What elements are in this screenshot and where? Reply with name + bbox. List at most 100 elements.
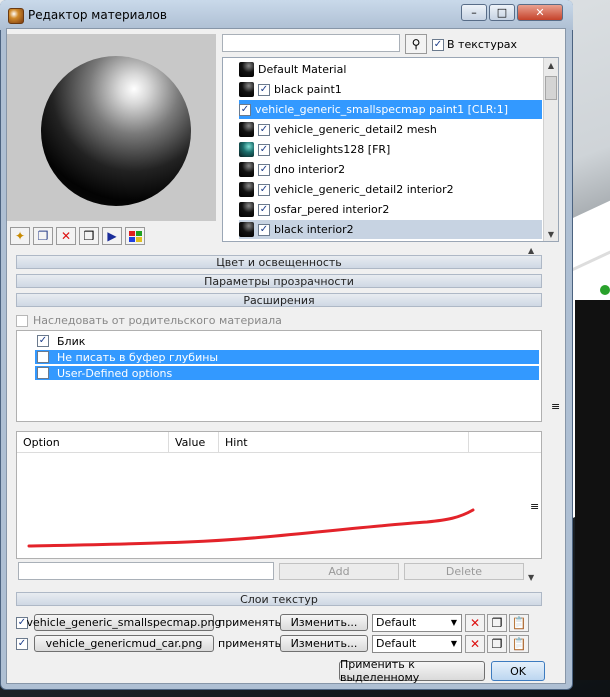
section-color-lighting[interactable]: Цвет и освещенность bbox=[16, 255, 542, 269]
options-table[interactable]: Option Value Hint bbox=[16, 431, 542, 559]
new-option-input[interactable] bbox=[18, 562, 274, 580]
scroll-thumb[interactable] bbox=[545, 76, 557, 100]
section-extensions[interactable]: Расширения bbox=[16, 293, 542, 307]
material-checkbox[interactable] bbox=[258, 223, 270, 236]
material-checkbox[interactable] bbox=[258, 83, 270, 96]
background-scene-marker bbox=[600, 285, 610, 295]
preview-toolbar: ✦ ❐ ✕ ❒ ▶ bbox=[10, 227, 145, 245]
delete-layer-icon[interactable]: ✕ bbox=[465, 634, 485, 653]
material-swatch-icon bbox=[239, 202, 254, 217]
material-swatch-icon bbox=[239, 62, 254, 77]
list-item[interactable]: vehicle_generic_smallspecmap paint1 [CLR… bbox=[239, 100, 542, 119]
scroll-down-icon[interactable]: ▼ bbox=[544, 227, 558, 241]
list-item[interactable]: black interior2 bbox=[239, 220, 542, 239]
material-swatch-icon bbox=[239, 222, 254, 237]
list-item[interactable]: black paint1 bbox=[239, 80, 542, 99]
material-preview[interactable] bbox=[7, 34, 216, 221]
material-checkbox[interactable] bbox=[258, 143, 270, 156]
chevron-down-icon: ▼ bbox=[450, 618, 458, 627]
panel-scrollbar[interactable]: ▲ ▼ bbox=[528, 246, 542, 582]
material-list-scrollbar[interactable]: ▲ ▼ bbox=[543, 58, 558, 241]
apply-label: применять: bbox=[218, 616, 285, 629]
minimize-button[interactable]: – bbox=[461, 4, 487, 21]
material-name: black interior2 bbox=[274, 223, 354, 236]
change-texture-button[interactable]: Изменить... bbox=[280, 635, 368, 652]
annotation-stroke bbox=[27, 508, 475, 548]
list-item[interactable]: dno interior2 bbox=[239, 160, 542, 179]
texture-layer-row: vehicle_generic_smallspecmap.png применя… bbox=[14, 613, 544, 632]
change-texture-button[interactable]: Изменить... bbox=[280, 614, 368, 631]
play-icon[interactable]: ▶ bbox=[102, 227, 122, 245]
blend-mode-select[interactable]: Default ▼ bbox=[372, 634, 462, 653]
chevron-down-icon: ▼ bbox=[450, 639, 458, 648]
list-item[interactable]: vehicle_generic_detail2 interior2 bbox=[239, 180, 542, 199]
blend-mode-select[interactable]: Default ▼ bbox=[372, 613, 462, 632]
blend-mode-value: Default bbox=[376, 616, 417, 629]
splitter-grip-icon[interactable]: ≡ bbox=[551, 400, 560, 413]
material-checkbox[interactable] bbox=[258, 163, 270, 176]
material-checkbox[interactable] bbox=[258, 123, 270, 136]
texture-file-button[interactable]: vehicle_generic_smallspecmap.png bbox=[27, 614, 222, 631]
color-grid-icon[interactable] bbox=[125, 227, 145, 245]
material-swatch-icon bbox=[239, 82, 254, 97]
scroll-up-icon[interactable]: ▲ bbox=[544, 58, 558, 72]
copy-layer-icon[interactable]: ❐ bbox=[487, 634, 507, 653]
in-textures-checkbox[interactable] bbox=[432, 38, 444, 51]
option-label: Блик bbox=[57, 334, 86, 348]
option-label: Не писать в буфер глубины bbox=[57, 350, 219, 364]
window-title: Редактор материалов bbox=[28, 8, 167, 22]
list-item[interactable]: vehicle_generic_detail2 mesh bbox=[239, 120, 542, 139]
binoculars-icon[interactable]: ⚲ bbox=[405, 34, 427, 54]
extension-options-list[interactable]: Блик Не писать в буфер глубины User-Defi… bbox=[16, 330, 542, 422]
list-item[interactable]: User-Defined options bbox=[35, 366, 539, 380]
scroll-up-icon[interactable]: ▲ bbox=[528, 246, 534, 255]
material-search-input[interactable] bbox=[222, 34, 400, 52]
material-name: Default Material bbox=[258, 63, 347, 76]
material-list[interactable]: Default Material black paint1 vehicle_ge… bbox=[222, 57, 559, 242]
option-checkbox[interactable] bbox=[37, 335, 49, 347]
material-name: osfar_pered interior2 bbox=[274, 203, 390, 216]
maximize-button[interactable]: □ bbox=[489, 4, 515, 21]
apply-to-selected-button[interactable]: Применить к выделенному bbox=[339, 658, 485, 684]
material-checkbox[interactable] bbox=[258, 183, 270, 196]
paste-layer-icon[interactable]: 📋 bbox=[509, 613, 529, 632]
material-checkbox[interactable] bbox=[239, 103, 251, 116]
texture-file-button[interactable]: vehicle_genericmud_car.png bbox=[34, 635, 214, 652]
list-item[interactable]: Default Material bbox=[239, 60, 542, 79]
list-item[interactable]: osfar_pered interior2 bbox=[239, 200, 542, 219]
add-button[interactable]: Add bbox=[279, 563, 399, 580]
in-textures-label: В текстурах bbox=[447, 38, 518, 51]
new-material-icon[interactable]: ✦ bbox=[10, 227, 30, 245]
material-name: vehicle_generic_detail2 mesh bbox=[274, 123, 437, 136]
close-button[interactable]: ✕ bbox=[517, 4, 563, 21]
apply-label: применять: bbox=[218, 637, 285, 650]
list-item[interactable]: Блик bbox=[35, 334, 539, 348]
texture-layer-checkbox[interactable] bbox=[16, 637, 28, 650]
in-textures-option[interactable]: В текстурах bbox=[432, 38, 517, 51]
section-texture-layers[interactable]: Слои текстур bbox=[16, 592, 542, 606]
material-swatch-icon bbox=[239, 182, 254, 197]
inherit-checkbox[interactable] bbox=[16, 314, 28, 327]
list-item[interactable]: Не писать в буфер глубины bbox=[35, 350, 539, 364]
cube-icon[interactable]: ❒ bbox=[79, 227, 99, 245]
option-checkbox[interactable] bbox=[37, 367, 49, 379]
preview-sphere bbox=[41, 56, 191, 206]
blend-mode-value: Default bbox=[376, 637, 417, 650]
scroll-down-icon[interactable]: ▼ bbox=[528, 573, 534, 582]
material-name: vehiclelights128 [FR] bbox=[274, 143, 391, 156]
delete-button[interactable]: Delete bbox=[404, 563, 524, 580]
option-checkbox[interactable] bbox=[37, 351, 49, 363]
delete-layer-icon[interactable]: ✕ bbox=[465, 613, 485, 632]
material-swatch-icon bbox=[239, 162, 254, 177]
paste-layer-icon[interactable]: 📋 bbox=[509, 634, 529, 653]
copy-layer-icon[interactable]: ❐ bbox=[487, 613, 507, 632]
material-name: dno interior2 bbox=[274, 163, 346, 176]
ok-button[interactable]: OK bbox=[491, 661, 545, 681]
material-swatch-icon bbox=[239, 142, 254, 157]
delete-icon[interactable]: ✕ bbox=[56, 227, 76, 245]
list-item[interactable]: vehiclelights128 [FR] bbox=[239, 140, 542, 159]
inherit-option[interactable]: Наследовать от родительского материала bbox=[16, 314, 282, 327]
material-checkbox[interactable] bbox=[258, 203, 270, 216]
copy-material-icon[interactable]: ❐ bbox=[33, 227, 53, 245]
section-transparency[interactable]: Параметры прозрачности bbox=[16, 274, 542, 288]
